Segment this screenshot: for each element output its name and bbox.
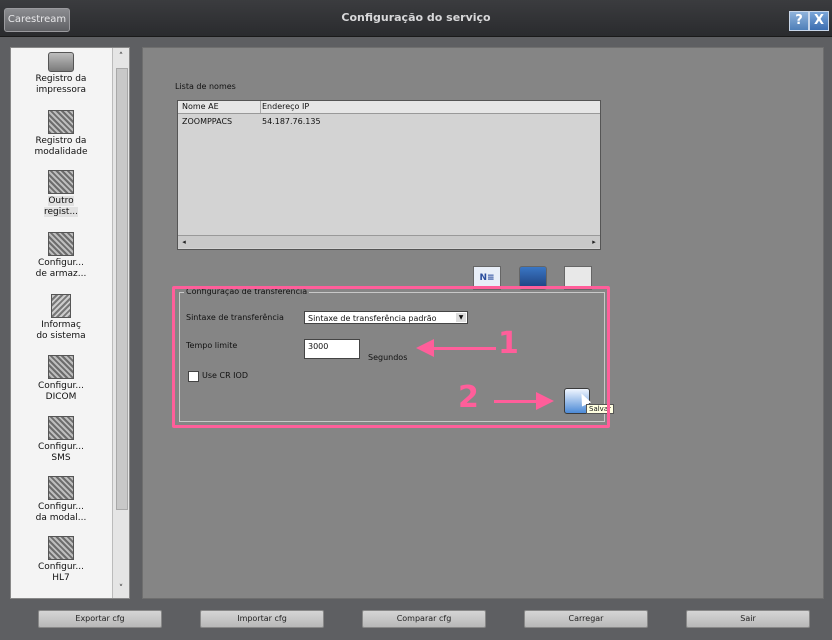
list-horizontal-scrollbar[interactable]: ◂ ▸ bbox=[178, 235, 600, 248]
table-row-ip[interactable]: 54.187.76.135 bbox=[262, 117, 321, 126]
sidebar-item-printer-registry[interactable]: Registro da impressora bbox=[11, 52, 111, 96]
transfer-group-title: Configuração de transferência bbox=[184, 287, 310, 296]
scroll-right-icon[interactable]: ▸ bbox=[588, 236, 600, 248]
annotation-arrow-1 bbox=[416, 339, 496, 357]
compare-cfg-button[interactable]: Comparar cfg bbox=[362, 610, 486, 628]
help-button[interactable]: ? bbox=[789, 11, 809, 31]
sidebar-item-dicom-config[interactable]: Configur... DICOM bbox=[11, 355, 111, 403]
sms-icon bbox=[48, 416, 74, 440]
list-header: Nome AE Endereço IP bbox=[178, 101, 600, 114]
service-config-window: Carestream Configuração do serviço ? X R… bbox=[0, 0, 832, 640]
sidebar-item-sms-config[interactable]: Configur... SMS bbox=[11, 416, 111, 464]
use-cr-iod-label: Use CR IOD bbox=[202, 371, 248, 380]
scroll-thumb[interactable] bbox=[116, 68, 128, 510]
printer-icon bbox=[48, 52, 74, 72]
sidebar-item-label: Configur... HL7 bbox=[37, 562, 85, 583]
load-button[interactable]: Carregar bbox=[524, 610, 648, 628]
timeout-input[interactable]: 3000 bbox=[304, 339, 360, 359]
sidebar-item-label: Informaç do sistema bbox=[36, 320, 86, 341]
scroll-up-icon[interactable]: ˄ bbox=[113, 50, 129, 64]
syntax-label: Sintaxe de transferência bbox=[186, 313, 284, 322]
export-cfg-button[interactable]: Exportar cfg bbox=[38, 610, 162, 628]
sidebar-item-storage-config[interactable]: Configur... de armaz... bbox=[11, 232, 111, 280]
sidebar-item-hl7-config[interactable]: Configur... HL7 bbox=[11, 536, 111, 584]
scroll-down-icon[interactable]: ˅ bbox=[113, 582, 129, 596]
names-list[interactable]: Nome AE Endereço IP ZOOMPPACS 54.187.76.… bbox=[177, 100, 601, 250]
sidebar-item-label: Configur... SMS bbox=[37, 442, 85, 463]
table-row-ae[interactable]: ZOOMPPACS bbox=[182, 117, 232, 126]
sidebar-item-label: Configur... da modal... bbox=[35, 502, 87, 523]
sidebar-item-modality-config[interactable]: Configur... da modal... bbox=[11, 476, 111, 524]
annotation-step-2: 2 bbox=[458, 380, 479, 415]
edit-entry-icon[interactable] bbox=[564, 266, 592, 290]
transfer-syntax-value: Sintaxe de transferência padrão bbox=[308, 314, 437, 323]
column-ae-name[interactable]: Nome AE bbox=[178, 101, 261, 113]
wrench-icon bbox=[51, 294, 71, 318]
sidebar-item-other-registry[interactable]: Outro regist... bbox=[11, 170, 111, 218]
storage-icon bbox=[48, 232, 74, 256]
timeout-label: Tempo limite bbox=[186, 341, 238, 350]
hl7-icon bbox=[48, 536, 74, 560]
title-bar: Carestream Configuração do serviço ? X bbox=[0, 0, 832, 37]
annotation-step-1: 1 bbox=[498, 326, 519, 361]
registry-icon bbox=[48, 170, 74, 194]
scroll-left-icon[interactable]: ◂ bbox=[178, 236, 190, 248]
transfer-syntax-select[interactable]: Sintaxe de transferência padrão ▼ bbox=[304, 311, 468, 324]
sidebar-item-label: Outro regist... bbox=[43, 196, 79, 217]
column-ip-address[interactable]: Endereço IP bbox=[258, 101, 382, 113]
new-entry-icon[interactable]: N≡ bbox=[473, 266, 501, 290]
names-list-label: Lista de nomes bbox=[175, 82, 236, 91]
sidebar-item-label: Configur... de armaz... bbox=[35, 258, 87, 279]
exit-button[interactable]: Sair bbox=[686, 610, 810, 628]
sidebar-item-label: Registro da impressora bbox=[35, 74, 87, 95]
timeout-unit: Segundos bbox=[368, 353, 408, 362]
sidebar: Registro da impressora Registro da modal… bbox=[10, 47, 130, 599]
sidebar-item-label: Configur... DICOM bbox=[37, 381, 85, 402]
window-title: Configuração do serviço bbox=[341, 11, 491, 24]
sidebar-item-system-info[interactable]: Informaç do sistema bbox=[11, 294, 111, 342]
save-tooltip: Salvar bbox=[586, 404, 614, 414]
dicom-icon bbox=[48, 355, 74, 379]
sidebar-item-label: Registro da modalidade bbox=[34, 136, 88, 157]
sidebar-item-modality-registry[interactable]: Registro da modalidade bbox=[11, 110, 111, 158]
delete-entry-icon[interactable] bbox=[519, 266, 547, 290]
close-button[interactable]: X bbox=[809, 11, 829, 31]
annotation-arrow-2 bbox=[494, 392, 554, 410]
sidebar-scrollbar[interactable]: ˄ ˅ bbox=[112, 48, 129, 598]
modality-icon bbox=[48, 110, 74, 134]
import-cfg-button[interactable]: Importar cfg bbox=[200, 610, 324, 628]
chevron-down-icon[interactable]: ▼ bbox=[456, 313, 466, 322]
use-cr-iod-checkbox[interactable] bbox=[188, 371, 199, 382]
main-panel: Lista de nomes Nome AE Endereço IP ZOOMP… bbox=[142, 47, 824, 599]
modality-config-icon bbox=[48, 476, 74, 500]
